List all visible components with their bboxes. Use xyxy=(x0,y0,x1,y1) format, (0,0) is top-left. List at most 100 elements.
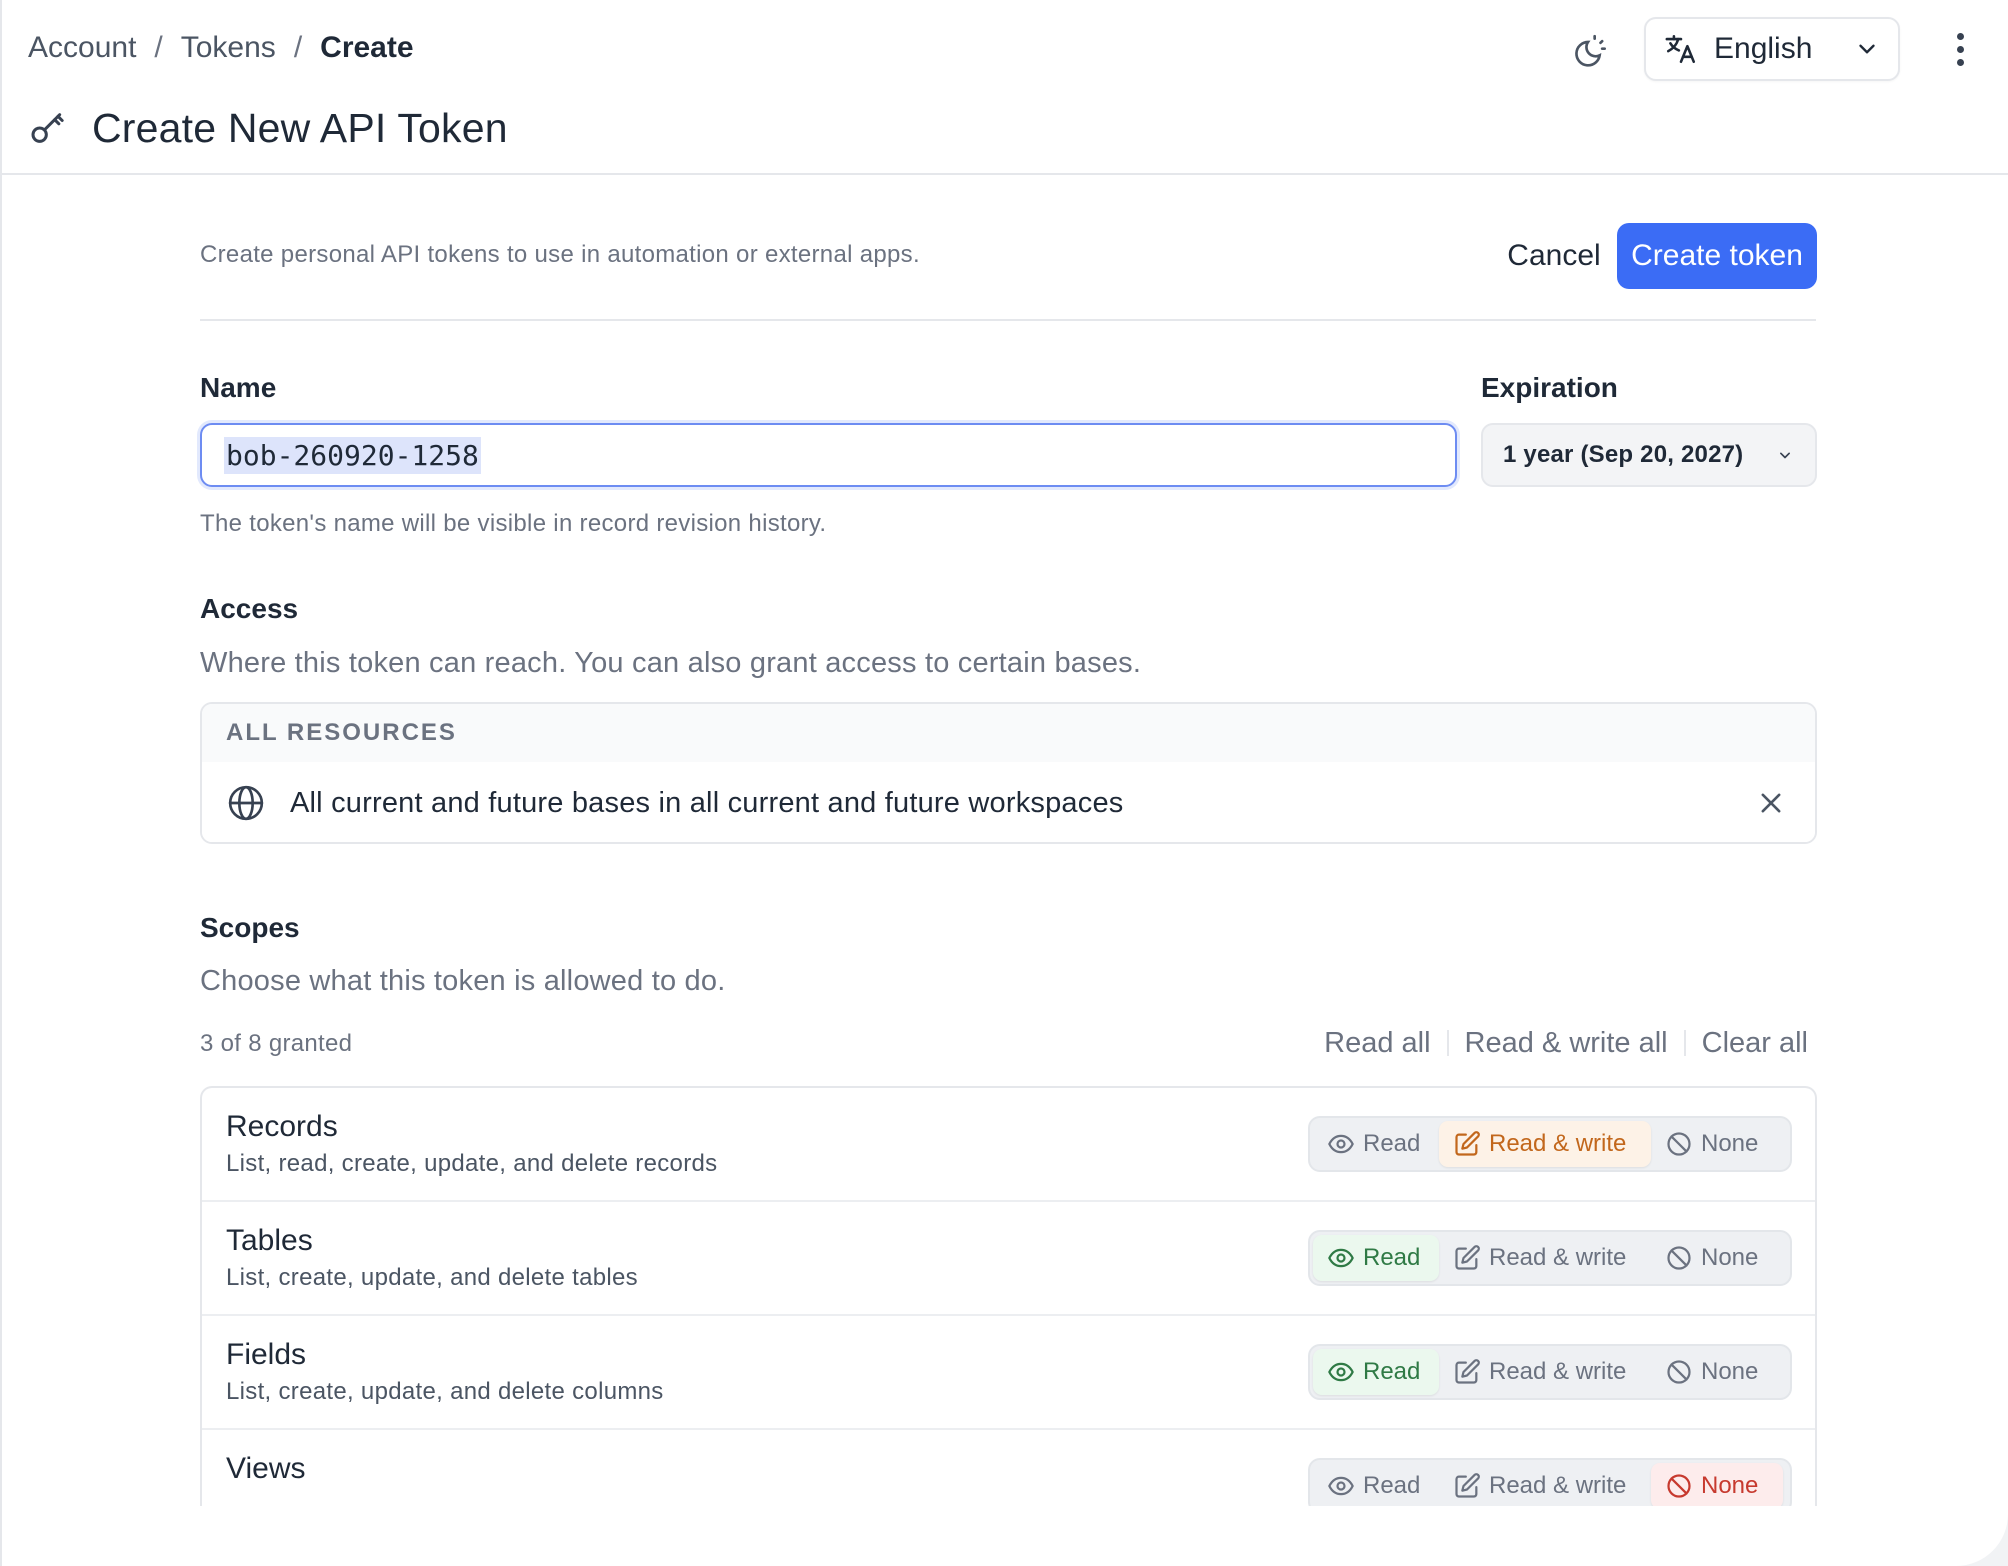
scope-description: List, read, create, update, and delete r… xyxy=(226,1150,718,1177)
resource-text: All current and future bases in all curr… xyxy=(290,786,1124,819)
scope-name: Fields xyxy=(226,1338,307,1371)
scope-option-read-write[interactable]: Read & write xyxy=(1439,1121,1651,1167)
scope-description: List, create, update, and delete columns xyxy=(226,1378,664,1405)
scope-name: Views xyxy=(226,1452,306,1485)
globe-icon xyxy=(228,785,264,821)
scopes-list: Records List, read, create, update, and d… xyxy=(200,1086,1817,1506)
scope-name: Tables xyxy=(226,1224,313,1257)
language-label: English xyxy=(1714,32,1813,65)
scope-option-label: None xyxy=(1701,1244,1759,1271)
scope-option-read-write[interactable]: Read & write xyxy=(1439,1235,1651,1281)
scope-option-read[interactable]: Read xyxy=(1313,1235,1439,1281)
scope-option-label: Read & write xyxy=(1489,1358,1627,1385)
breadcrumb-separator: / xyxy=(154,31,163,64)
edit-icon xyxy=(1455,1245,1480,1270)
token-name-value: bob-260920-1258 xyxy=(224,436,481,474)
bulk-actions: Read all Read & write all Clear all xyxy=(1324,1023,1808,1063)
scopes-title: Scopes xyxy=(200,912,300,943)
breadcrumb-separator: / xyxy=(293,31,303,64)
scope-row-records: Records List, read, create, update, and d… xyxy=(202,1088,1815,1202)
name-label: Name xyxy=(200,372,277,403)
scope-description: List, create, update, and delete tables xyxy=(226,1264,638,1291)
scope-option-none[interactable]: None xyxy=(1651,1463,1783,1506)
scope-option-read[interactable]: Read xyxy=(1313,1349,1439,1395)
ban-icon xyxy=(1667,1132,1691,1156)
scope-option-label: Read xyxy=(1363,1358,1421,1385)
granted-count: 3 of 8 granted xyxy=(200,1030,353,1057)
app-window: Account / Tokens / Create Create New API… xyxy=(0,0,2008,1566)
breadcrumb-current: Create xyxy=(320,31,414,64)
theme-toggle-icon xyxy=(1575,34,1606,67)
scope-option-label: Read & write xyxy=(1489,1130,1627,1157)
scope-permission-toggle: Read Read & write None xyxy=(1308,1230,1792,1286)
access-title: Access xyxy=(200,593,299,624)
expiration-select[interactable]: 1 year (Sep 20, 2027) xyxy=(1481,423,1817,487)
access-description: Where this token can reach. You can also… xyxy=(200,647,1142,679)
read-write-all-button[interactable]: Read & write all xyxy=(1465,1027,1668,1060)
name-hint: The token's name will be visible in reco… xyxy=(200,510,827,537)
intro-text: Create personal API tokens to use in aut… xyxy=(200,241,920,268)
scope-option-label: None xyxy=(1701,1472,1759,1499)
breadcrumb-account[interactable]: Account xyxy=(28,31,136,65)
scope-option-label: Read xyxy=(1363,1244,1421,1271)
scope-option-none[interactable]: None xyxy=(1651,1235,1783,1281)
clear-all-button[interactable]: Clear all xyxy=(1702,1027,1808,1060)
scope-option-label: Read xyxy=(1363,1130,1421,1157)
scopes-description: Choose what this token is allowed to do. xyxy=(200,965,726,997)
scope-row-fields: Fields List, create, update, and delete c… xyxy=(202,1316,1815,1430)
scope-option-label: Read & write xyxy=(1489,1244,1627,1271)
scope-permission-toggle: Read Read & write None xyxy=(1308,1116,1792,1172)
scope-option-label: Read & write xyxy=(1489,1472,1627,1499)
scope-name: Records xyxy=(226,1110,338,1143)
cancel-button[interactable]: Cancel xyxy=(1490,223,1618,289)
scope-permission-toggle: Read Read & write None xyxy=(1308,1458,1792,1506)
scope-option-label: None xyxy=(1701,1130,1759,1157)
scope-permission-toggle: Read Read & write None xyxy=(1308,1344,1792,1400)
scope-option-read[interactable]: Read xyxy=(1313,1463,1439,1506)
breadcrumb-tokens[interactable]: Tokens xyxy=(181,31,276,65)
chevron-down-icon xyxy=(1859,44,1875,54)
eye-icon xyxy=(1328,1476,1354,1496)
resource-item: All current and future bases in all curr… xyxy=(202,762,1815,842)
edit-icon xyxy=(1455,1359,1480,1384)
more-vertical-icon[interactable] xyxy=(1946,26,1974,72)
token-name-input[interactable]: bob-260920-1258 xyxy=(200,423,1457,487)
page-title: Create New API Token xyxy=(92,104,508,151)
page-header: Account / Tokens / Create Create New API… xyxy=(2,0,2008,175)
intro-row: Create personal API tokens to use in aut… xyxy=(200,223,1817,289)
read-all-button[interactable]: Read all xyxy=(1324,1027,1430,1060)
resources-box: ALL RESOURCES All current and future bas… xyxy=(200,702,1817,844)
scope-option-label: Read xyxy=(1363,1472,1421,1499)
key-icon xyxy=(31,113,64,143)
chevron-down-icon xyxy=(1780,452,1790,459)
edit-icon xyxy=(1455,1131,1480,1156)
resources-group-header: ALL RESOURCES xyxy=(202,704,1815,762)
scope-row-tables: Tables List, create, update, and delete t… xyxy=(202,1202,1815,1316)
ban-icon xyxy=(1667,1474,1691,1498)
scope-option-read-write[interactable]: Read & write xyxy=(1439,1349,1651,1395)
scope-option-label: None xyxy=(1701,1358,1759,1385)
app-frame: Account / Tokens / Create Create New API… xyxy=(0,0,2008,1566)
expiration-label: Expiration xyxy=(1481,372,1618,403)
eye-icon xyxy=(1328,1248,1354,1268)
close-icon[interactable] xyxy=(1757,789,1785,817)
bulk-divider xyxy=(1446,1030,1449,1056)
breadcrumb: Account / Tokens / Create xyxy=(28,28,414,68)
divider xyxy=(200,319,1816,321)
ban-icon xyxy=(1667,1360,1691,1384)
edit-icon xyxy=(1455,1473,1480,1498)
create-token-button[interactable]: Create token xyxy=(1617,223,1817,289)
page-title-row: Create New API Token xyxy=(28,100,508,156)
translate-icon xyxy=(1665,34,1696,64)
eye-icon xyxy=(1328,1362,1354,1382)
eye-icon xyxy=(1328,1134,1354,1154)
bulk-divider xyxy=(1683,1030,1686,1056)
theme-toggle-button[interactable] xyxy=(1564,28,1612,76)
scope-option-read-write[interactable]: Read & write xyxy=(1439,1463,1651,1506)
scope-option-read[interactable]: Read xyxy=(1313,1121,1439,1167)
scope-row-views: Views Read Read & write None xyxy=(202,1430,1815,1506)
scope-option-none[interactable]: None xyxy=(1651,1349,1783,1395)
scope-option-none[interactable]: None xyxy=(1651,1121,1783,1167)
ban-icon xyxy=(1667,1246,1691,1270)
language-select[interactable]: English xyxy=(1644,17,1900,81)
